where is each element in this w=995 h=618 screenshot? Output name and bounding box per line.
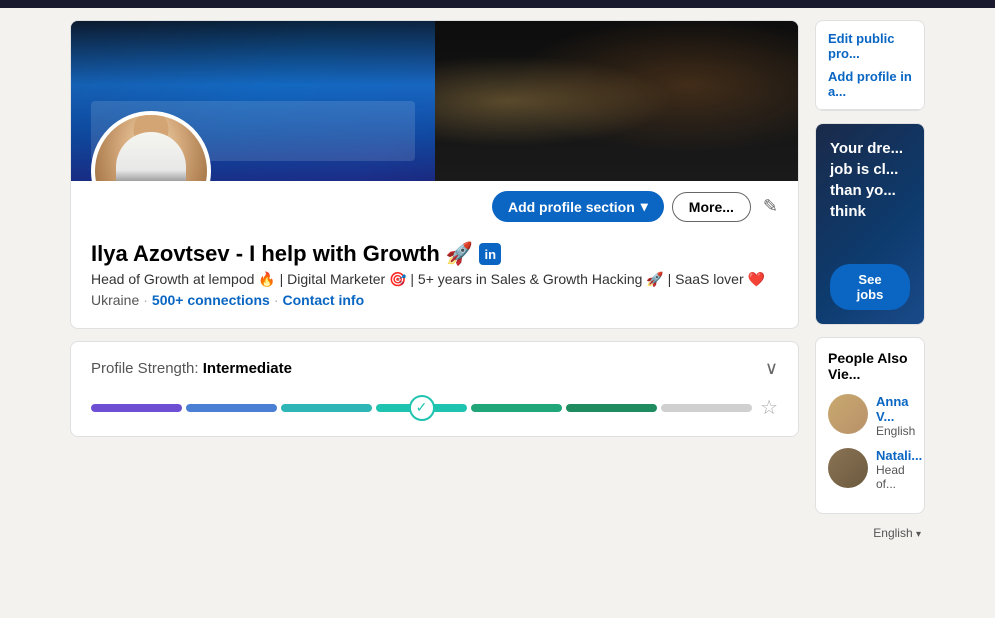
progress-segment-2 (186, 404, 277, 412)
strength-level: Intermediate (203, 360, 292, 377)
separator-1: · (143, 292, 148, 308)
progress-segment-5 (471, 404, 562, 412)
main-column: Add profile section ▾ More... ✎ Ilya Azo… (70, 20, 799, 540)
pav-item-natali[interactable]: Natali... Head of... (828, 448, 912, 491)
pav-role-anna: English (876, 424, 915, 438)
progress-segment-6 (566, 404, 657, 412)
top-bar (0, 0, 995, 8)
people-also-viewed-title: People Also Vie... (828, 350, 912, 382)
pav-name-natali: Natali... (876, 448, 922, 463)
progress-segment-3 (281, 404, 372, 412)
edit-public-profile-link[interactable]: Edit public pro... (816, 21, 924, 65)
pencil-icon: ✎ (763, 196, 778, 216)
profile-name-text: Ilya Azovtsev - I help with Growth 🚀 (91, 241, 473, 267)
profile-headline: Head of Growth at lempod 🔥 | Digital Mar… (91, 271, 778, 288)
pav-info-anna: Anna V... English (876, 394, 915, 438)
add-profile-section-button[interactable]: Add profile section ▾ (492, 191, 664, 222)
connections-link[interactable]: 500+ connections (152, 292, 270, 308)
chevron-down-icon: ▾ (641, 198, 648, 215)
pav-name-anna: Anna V... (876, 394, 915, 424)
strength-label: Profile Strength: (91, 360, 199, 377)
cover-people (435, 21, 799, 181)
star-icon[interactable]: ☆ (760, 395, 778, 420)
strength-chevron-icon[interactable]: ∨ (765, 358, 778, 379)
ad-content: Your dre... job is cl... than yo... thin… (816, 124, 924, 324)
language-selector[interactable]: English ▾ (815, 526, 925, 540)
add-profile-section-label: Add profile section (508, 199, 635, 215)
pav-item-anna[interactable]: Anna V... English (828, 394, 912, 438)
right-sidebar: Edit public pro... Add profile in a... Y… (815, 20, 925, 540)
profile-name: Ilya Azovtsev - I help with Growth 🚀 in (91, 241, 778, 267)
profile-strength-card: Profile Strength: Intermediate ∨ ✓ ☆ (70, 341, 799, 437)
more-button[interactable]: More... (672, 192, 751, 222)
progress-bar: ✓ ☆ (91, 395, 778, 420)
ad-text: Your dre... job is cl... than yo... thin… (830, 138, 910, 222)
progress-segment-4: ✓ (376, 404, 467, 412)
strength-title: Profile Strength: Intermediate (91, 360, 292, 377)
contact-info-link[interactable]: Contact info (282, 292, 364, 308)
cover-photo (71, 21, 798, 181)
ad-line2: job is cl... (830, 159, 910, 180)
check-icon: ✓ (416, 399, 428, 416)
pav-role-natali: Head of... (876, 463, 922, 491)
add-profile-in-link[interactable]: Add profile in a... (816, 65, 924, 110)
pav-avatar-natali (828, 448, 868, 488)
location-text: Ukraine (91, 292, 139, 308)
people-also-viewed-section: People Also Vie... Anna V... English Nat… (815, 337, 925, 514)
see-jobs-button[interactable]: See jobs (830, 264, 910, 310)
progress-segment-7 (661, 404, 752, 412)
edit-profile-button[interactable]: ✎ (759, 192, 782, 221)
language-dropdown-icon: ▾ (916, 529, 921, 540)
progress-segment-1 (91, 404, 182, 412)
progress-checkmark: ✓ (409, 395, 435, 421)
profile-actions: Add profile section ▾ More... ✎ (492, 191, 782, 222)
ad-line3: than yo... (830, 180, 910, 201)
language-label: English (873, 526, 912, 540)
pav-info-natali: Natali... Head of... (876, 448, 922, 491)
avatar-photo (95, 115, 207, 181)
cover-right-section (435, 21, 799, 181)
ad-card: Your dre... job is cl... than yo... thin… (815, 123, 925, 325)
profile-info: Add profile section ▾ More... ✎ Ilya Azo… (71, 181, 798, 328)
sidebar-links-card: Edit public pro... Add profile in a... (815, 20, 925, 111)
profile-card: Add profile section ▾ More... ✎ Ilya Azo… (70, 20, 799, 329)
pav-avatar-anna (828, 394, 868, 434)
more-label: More... (689, 199, 734, 215)
separator-2: · (274, 292, 279, 308)
ad-line1: Your dre... (830, 138, 910, 159)
linkedin-badge: in (479, 243, 501, 265)
avatar-body (116, 132, 186, 181)
strength-header: Profile Strength: Intermediate ∨ (91, 358, 778, 379)
profile-location-row: Ukraine · 500+ connections · Contact inf… (91, 292, 778, 308)
ad-line4: think (830, 201, 910, 222)
